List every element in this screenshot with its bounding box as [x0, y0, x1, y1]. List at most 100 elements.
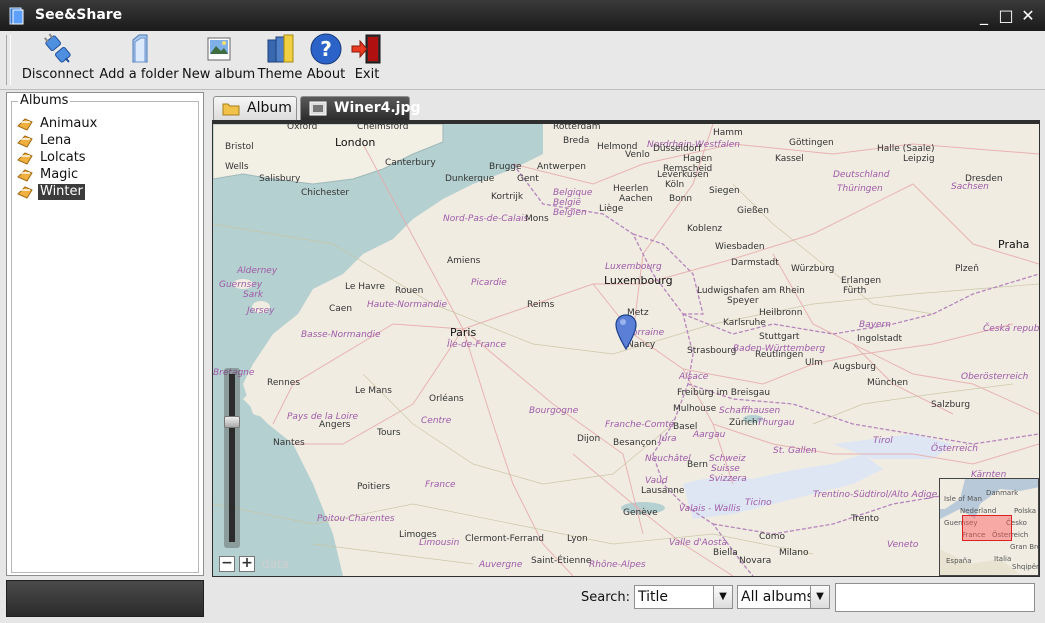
toolbar-grip[interactable]: [6, 35, 11, 85]
map-city-label: Clermont-Ferrand: [465, 534, 545, 544]
search-field-value: Title: [638, 589, 669, 605]
map-region-label: Haute-Normandie: [367, 300, 447, 310]
map-city-label: Chichester: [301, 188, 350, 198]
photo-album-icon: [207, 37, 231, 61]
album-icon: [17, 118, 33, 131]
map-city-label: Chelmsford: [357, 124, 409, 132]
map-region-label: Svizzera: [709, 474, 747, 484]
image-file-icon: [309, 101, 327, 116]
exit-button[interactable]: Exit: [349, 31, 385, 89]
close-button[interactable]: ✕: [1018, 6, 1038, 26]
map-city-label: Plzeň: [955, 264, 979, 274]
map-city-label: Strasbourg: [687, 346, 737, 356]
folder-icon: [222, 103, 240, 116]
map-city-label: Bristol: [225, 142, 254, 152]
map-city-label: Heilbronn: [759, 308, 803, 318]
chevron-down-icon[interactable]: ▼: [810, 586, 829, 608]
map-region-label: Guernsey: [219, 280, 263, 290]
map-city-label: Aachen: [619, 194, 653, 204]
album-icon: [17, 152, 33, 165]
map-city-label: Dunkerque: [445, 174, 495, 184]
map-region-label: Trentino-Südtirol/Alto Adige: [813, 490, 938, 500]
search-field-combo[interactable]: Title ▼: [634, 585, 733, 609]
zoom-out-button[interactable]: −: [219, 556, 235, 572]
map-city-label: Bonn: [669, 194, 693, 204]
zoom-in-button[interactable]: +: [239, 556, 255, 572]
map-region-label: Picardie: [471, 278, 507, 288]
map-region-label: Neuchâtel: [645, 454, 691, 464]
map-pin-icon[interactable]: [615, 314, 637, 350]
map-city-label: Saint-Étienne: [531, 556, 592, 566]
tab-album[interactable]: Album: [213, 96, 297, 120]
map-city-label: Heerlen: [613, 184, 649, 194]
map-region-label: Belgien: [553, 208, 587, 218]
map-region-label: Alsace: [679, 372, 709, 382]
chevron-down-icon[interactable]: ▼: [713, 586, 732, 608]
zoom-slider-thumb[interactable]: [224, 416, 240, 428]
svg-text:?: ?: [320, 37, 332, 61]
map-city-label: Würzburg: [791, 264, 835, 274]
map-region-label: Suisse: [711, 464, 740, 474]
map-region-label: Österreich: [931, 444, 978, 454]
map-view[interactable]: Nord-Pas-de-Calais Picardie Haute-Normandi…: [213, 124, 1039, 576]
about-button[interactable]: ? About: [305, 31, 347, 89]
minimize-button[interactable]: _: [974, 6, 994, 26]
minimap-viewport[interactable]: [962, 515, 1012, 541]
map-city-label: Liège: [599, 204, 624, 214]
search-input[interactable]: [835, 583, 1035, 612]
overview-minimap[interactable]: Isle of Man Danmark Polska Nederland Česko Gu…: [939, 478, 1039, 576]
books-icon: [267, 34, 294, 63]
add-folder-button[interactable]: Add a folder: [99, 31, 179, 89]
map-region-label: Vaud: [645, 476, 668, 486]
album-item-label: Magic: [40, 167, 79, 182]
tab-album-label: Album: [247, 100, 292, 116]
map-region-label: Jersey: [247, 306, 275, 316]
map-city-label: Basel: [673, 422, 698, 432]
map-city-label: Caen: [329, 304, 353, 314]
maximize-button[interactable]: □: [996, 6, 1016, 26]
albums-title: Albums: [18, 93, 71, 108]
new-album-label: New album: [182, 67, 256, 82]
map-city-label: Kassel: [775, 154, 804, 164]
map-city-label: Amiens: [447, 256, 481, 266]
theme-button[interactable]: Theme: [257, 31, 303, 89]
map-city-label: Brugge: [489, 162, 522, 172]
map-city-label: Karlsruhe: [723, 318, 766, 328]
zoom-slider-track: [229, 374, 235, 542]
map-city-label: Düsseldorf: [653, 144, 702, 154]
map-city-label: Bern: [687, 460, 708, 470]
zoom-slider[interactable]: [224, 368, 240, 548]
map-region-label: Alderney: [237, 266, 278, 276]
map-city-label: Breda: [563, 136, 590, 146]
add-folder-label: Add a folder: [99, 67, 179, 82]
map-region-label: Rhône-Alpes: [589, 560, 646, 570]
map-city-label: Wiesbaden: [715, 242, 765, 252]
minimap-label: Nederland: [960, 507, 997, 515]
map-city-label: Ulm: [805, 358, 823, 368]
map-region-label: Valle d'Aosta: [669, 538, 728, 548]
album-icon: [17, 169, 33, 182]
album-icon: [17, 135, 33, 148]
map-city-label: Novara: [739, 556, 772, 566]
map-region-label: Česká republika: [983, 324, 1039, 334]
map-city-label: Nantes: [273, 438, 305, 448]
map-region-label: Tirol: [873, 436, 893, 446]
map-region-label: Bayern: [859, 320, 891, 330]
map-region-label: Centre: [421, 416, 452, 426]
map-city-label: Limoges: [399, 530, 437, 540]
maximize-icon: □: [998, 6, 1014, 25]
map-city-label: Halle (Saale): [877, 144, 935, 154]
minimap-label: Italia: [994, 555, 1012, 563]
map-city-label: Ingolstadt: [857, 334, 903, 344]
search-scope-combo[interactable]: All albums ▼: [737, 585, 830, 609]
albums-panel: Albums Animaux Lena Lolcats Magic Winter: [6, 92, 204, 576]
search-label: Search:: [581, 590, 631, 605]
map-city-label: London: [335, 136, 376, 149]
new-album-button[interactable]: New album: [182, 31, 256, 89]
map-region-label: Ticino: [745, 498, 772, 508]
disconnect-button[interactable]: Disconnect: [21, 31, 95, 89]
tab-winer4[interactable]: Winer4.jpg: [300, 96, 421, 120]
exit-door-icon: [351, 34, 381, 64]
tab-bar: Album Winer4.jpg: [213, 96, 1040, 122]
map-region-label: Schaffhausen: [719, 406, 781, 416]
